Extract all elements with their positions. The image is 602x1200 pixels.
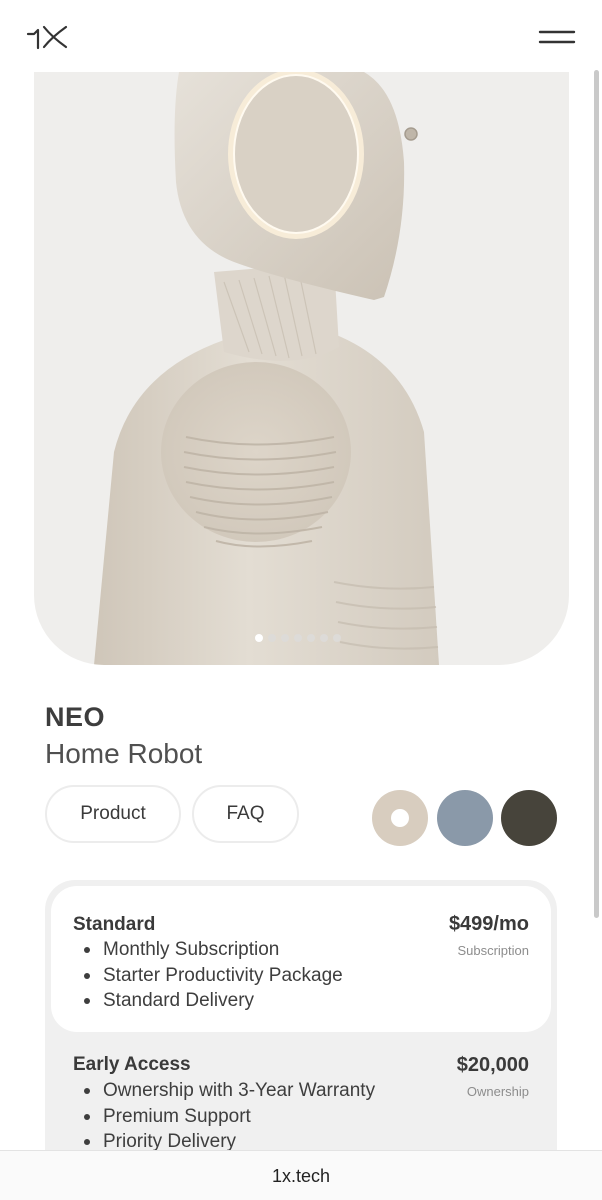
- tab-faq[interactable]: FAQ: [192, 785, 299, 843]
- page: NEO Home Robot Product FAQ Standard $499…: [0, 0, 602, 1200]
- top-bar: [0, 0, 602, 72]
- list-item: Standard Delivery: [73, 988, 343, 1014]
- browser-url-bar[interactable]: 1x.tech: [0, 1150, 602, 1200]
- plan-kind: Subscription: [457, 943, 529, 958]
- product-subtitle: Home Robot: [45, 738, 203, 769]
- list-item: Monthly Subscription: [73, 937, 343, 963]
- plan-price: $499/mo: [448, 913, 529, 935]
- plan-price: $20,000: [456, 1054, 529, 1076]
- hero-image-carousel[interactable]: [34, 72, 569, 665]
- plan-name: Early Access: [73, 1054, 191, 1075]
- plan-features: Monthly Subscription Starter Productivit…: [73, 937, 343, 1014]
- color-swatch-dark[interactable]: [501, 790, 557, 846]
- carousel-dot[interactable]: [294, 634, 302, 642]
- robot-image: [94, 72, 439, 665]
- carousel-dot[interactable]: [268, 634, 276, 642]
- list-item: Starter Productivity Package: [73, 963, 343, 989]
- plan-card-standard[interactable]: Standard $499/mo Subscription Monthly Su…: [51, 886, 551, 1032]
- selected-indicator: [391, 809, 409, 827]
- product-title: NEO: [45, 702, 106, 732]
- carousel-dot[interactable]: [320, 634, 328, 642]
- color-swatch-blue-gray[interactable]: [437, 790, 493, 846]
- carousel-dots: [255, 634, 341, 642]
- carousel-dot[interactable]: [307, 634, 315, 642]
- carousel-dot[interactable]: [255, 634, 263, 642]
- list-item: Premium Support: [73, 1104, 375, 1130]
- scrollbar[interactable]: [594, 70, 599, 918]
- plan-kind: Ownership: [466, 1084, 529, 1099]
- tab-product[interactable]: Product: [45, 785, 181, 843]
- color-swatch-beige[interactable]: [372, 790, 428, 846]
- carousel-dot[interactable]: [333, 634, 341, 642]
- plan-name: Standard: [73, 914, 156, 935]
- plan-features: Ownership with 3-Year Warranty Premium S…: [73, 1078, 375, 1155]
- hamburger-menu-icon[interactable]: [536, 24, 578, 48]
- carousel-dot[interactable]: [281, 634, 289, 642]
- list-item: Ownership with 3-Year Warranty: [73, 1078, 375, 1104]
- 1x-logo-icon[interactable]: [26, 22, 70, 52]
